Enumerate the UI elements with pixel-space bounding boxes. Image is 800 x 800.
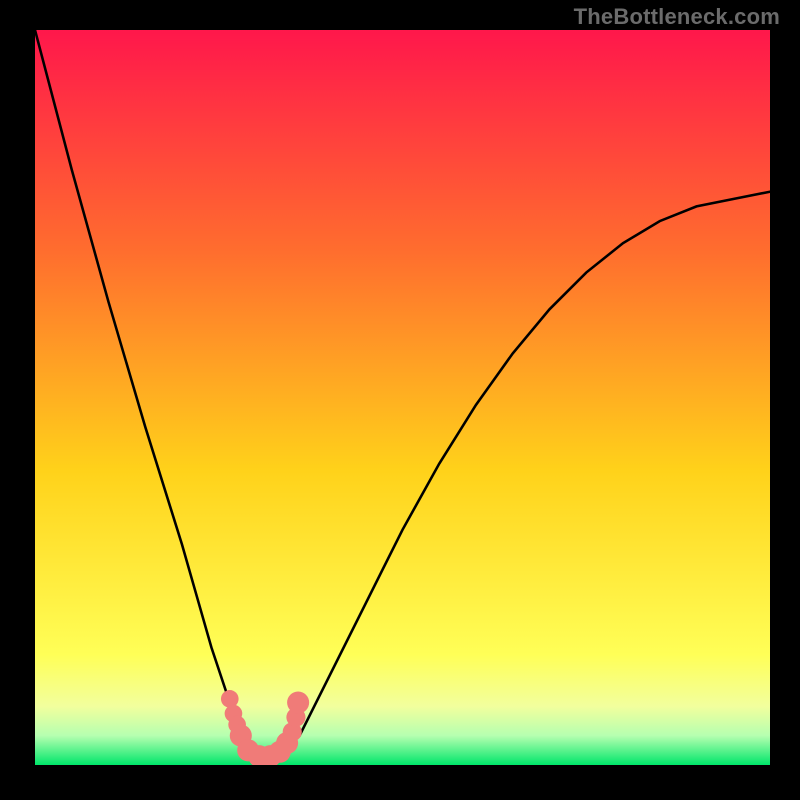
watermark-text: TheBottleneck.com bbox=[574, 4, 780, 30]
marker-point bbox=[287, 692, 309, 714]
marker-point bbox=[221, 690, 239, 708]
bottleneck-chart bbox=[35, 30, 770, 765]
chart-frame: TheBottleneck.com bbox=[0, 0, 800, 800]
plot-area bbox=[35, 30, 770, 765]
gradient-background bbox=[35, 30, 770, 765]
